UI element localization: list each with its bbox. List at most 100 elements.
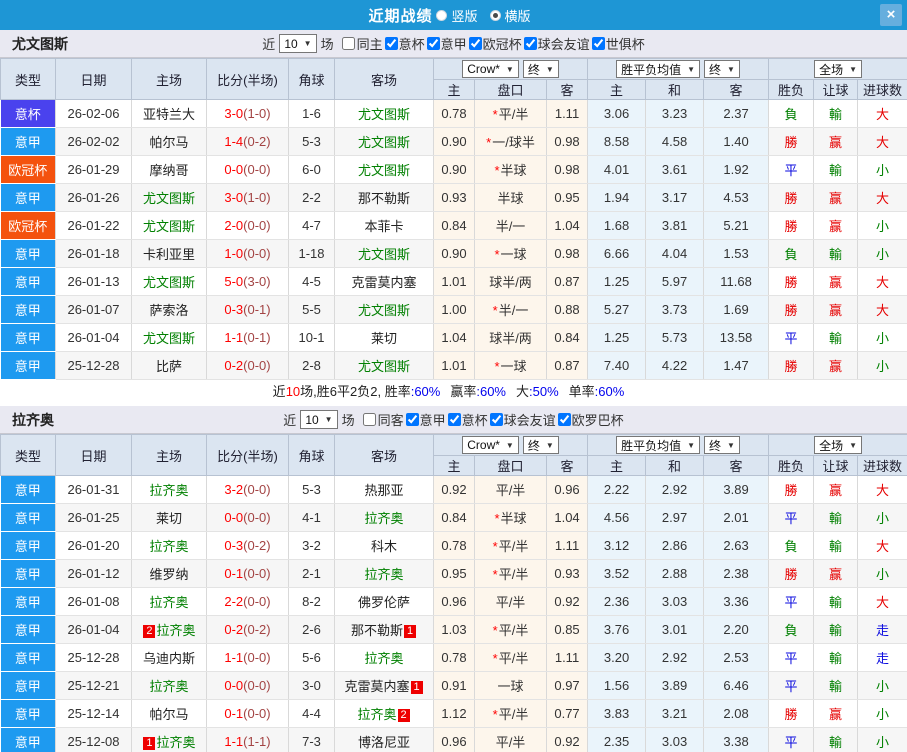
league-checkbox[interactable]	[405, 413, 419, 426]
handicap-result-cell: 輸	[813, 239, 859, 268]
scope-select[interactable]: 全场 ▼	[814, 60, 862, 78]
away-team-name: 拉齐奥	[364, 651, 404, 666]
avg-away: 1.92	[703, 155, 770, 184]
same-venue-checkbox[interactable]	[341, 37, 355, 50]
score: 2-2(0-0)	[206, 587, 289, 616]
match-date: 26-01-13	[55, 267, 132, 296]
away-team: 拉齐奥	[334, 559, 434, 588]
league-filter[interactable]: 世俱杯	[590, 34, 645, 53]
home-odds: 0.90	[433, 239, 475, 268]
corner-count: 2-6	[288, 615, 335, 644]
league-checkbox[interactable]	[384, 37, 398, 50]
summary-stats: 胜率:60% 赢率:60% 大:50% 单率:60%	[385, 384, 635, 399]
league-filter[interactable]: 欧冠杯	[467, 34, 522, 53]
handicap: *半球	[474, 503, 547, 532]
goals-result-cell: 小	[857, 351, 907, 380]
score: 0-1(0-0)	[206, 559, 289, 588]
sub-away: 客	[545, 79, 589, 100]
league-filter[interactable]: 球会友谊	[522, 34, 590, 53]
team-name: 拉齐奥	[12, 411, 54, 428]
match-row: 意甲 26-01-12 维罗纳 0-1(0-0) 2-1 拉齐奥 0.95 *平/半 0.93 3…	[0, 559, 907, 588]
away-odds: 0.93	[546, 559, 589, 588]
match-count-select[interactable]: 10 ▼	[279, 34, 317, 53]
close-icon[interactable]: ×	[880, 4, 902, 26]
away-team: 博洛尼亚	[334, 727, 434, 752]
avg-away: 1.69	[703, 295, 770, 324]
vertical-layout-radio[interactable]	[436, 9, 448, 21]
stat-label: 单率	[568, 384, 595, 399]
avg-away: 3.36	[703, 587, 770, 616]
avg-draw: 3.03	[645, 727, 705, 752]
league-checkbox[interactable]	[591, 37, 605, 50]
handicap-result-cell: 赢	[813, 351, 859, 380]
avg-select[interactable]: 胜平负均值 ▼	[616, 436, 701, 454]
league-checkbox[interactable]	[426, 37, 440, 50]
sub-handicap: 盘口	[474, 455, 547, 476]
dropdown-arrow-icon: ▼	[687, 64, 696, 74]
league-filter[interactable]: 意杯	[383, 34, 425, 53]
star-marker: *	[492, 539, 498, 554]
avg-final-select[interactable]: 终 ▼	[704, 60, 740, 78]
goals-result-cell: 小	[857, 559, 907, 588]
half-score: (0-2)	[243, 538, 271, 553]
league-filter[interactable]: 球会友谊	[488, 410, 556, 429]
avg-value: 胜平负均值	[621, 62, 682, 77]
odds-company-select[interactable]: Crow* ▼	[462, 60, 519, 78]
avg-away: 2.08	[703, 699, 770, 728]
match-count-value: 10	[305, 412, 319, 427]
horizontal-layout-radio[interactable]	[489, 9, 501, 21]
avg-draw: 3.73	[645, 295, 705, 324]
league-filter[interactable]: 欧罗巴杯	[556, 410, 624, 429]
handicap-result-cell: 赢	[813, 559, 859, 588]
handicap-result-cell: 赢	[813, 211, 859, 240]
odds-final-select[interactable]: 终 ▼	[522, 60, 559, 78]
league-checkbox[interactable]	[489, 413, 503, 426]
league-checkbox[interactable]	[468, 37, 482, 50]
odds-final-select[interactable]: 终 ▼	[522, 436, 559, 454]
handicap: 球半/两	[474, 267, 547, 296]
dropdown-arrow-icon: ▼	[849, 440, 857, 450]
avg-away: 1.40	[703, 127, 770, 156]
full-score: 1-4	[224, 134, 244, 149]
match-row: 意甲 26-01-08 拉齐奥 2-2(0-0) 8-2 佛罗伦萨 0.96 平/半 0.92 2…	[0, 587, 907, 616]
match-count-select[interactable]: 10 ▼	[300, 410, 338, 429]
scope-group-header: 全场 ▼	[768, 58, 907, 80]
away-odds: 0.77	[546, 699, 589, 728]
home-odds: 0.96	[433, 587, 475, 616]
col-corner: 角球	[288, 58, 335, 100]
record-summary: 近10场,胜6平2负2, 胜率:60% 赢率:60% 大:50% 单率:60%	[0, 380, 907, 406]
league-filter[interactable]: 意甲	[425, 34, 467, 53]
league-checkbox[interactable]	[557, 413, 571, 426]
goals-result-cell: 小	[857, 155, 907, 184]
star-marker: *	[492, 651, 498, 666]
home-team-name: 亚特兰大	[142, 107, 195, 122]
match-date: 26-01-22	[55, 211, 132, 240]
avg-draw: 3.03	[645, 587, 705, 616]
dropdown-arrow-icon: ▼	[545, 64, 554, 74]
dialog-title: 近期战绩	[368, 7, 433, 25]
league-checkbox[interactable]	[447, 413, 461, 426]
avg-draw: 2.92	[645, 475, 705, 504]
avg-select[interactable]: 胜平负均值 ▼	[616, 60, 701, 78]
section-header: 拉齐奥 近 10 ▼ 场 同客 意甲 意杯 球会友谊 欧罗巴杯	[0, 406, 907, 434]
avg-home: 1.25	[587, 323, 647, 352]
team-section-lazio: 拉齐奥 近 10 ▼ 场 同客 意甲 意杯 球会友谊 欧罗巴杯 类型 日期 主场 比分(…	[0, 406, 907, 752]
full-score: 3-2	[224, 482, 244, 497]
handicap-label: 平/半	[498, 107, 529, 122]
half-score: (0-0)	[243, 510, 271, 525]
avg-home: 4.01	[587, 155, 647, 184]
same-venue-checkbox[interactable]	[362, 413, 376, 426]
star-marker: *	[494, 359, 500, 374]
home-team: 尤文图斯	[131, 183, 207, 212]
avg-draw: 3.61	[645, 155, 705, 184]
half-score: (1-1)	[243, 734, 271, 749]
home-team-name: 拉齐奥	[149, 483, 189, 498]
avg-final-select[interactable]: 终 ▼	[704, 436, 740, 454]
scope-select[interactable]: 全场 ▼	[814, 436, 862, 454]
league-checkbox[interactable]	[523, 37, 537, 50]
league-filter[interactable]: 意甲	[404, 410, 446, 429]
league-filter[interactable]: 意杯	[446, 410, 488, 429]
score: 1-1(1-1)	[206, 727, 289, 752]
result-cell: 勝	[768, 211, 815, 240]
odds-company-select[interactable]: Crow* ▼	[462, 436, 519, 454]
